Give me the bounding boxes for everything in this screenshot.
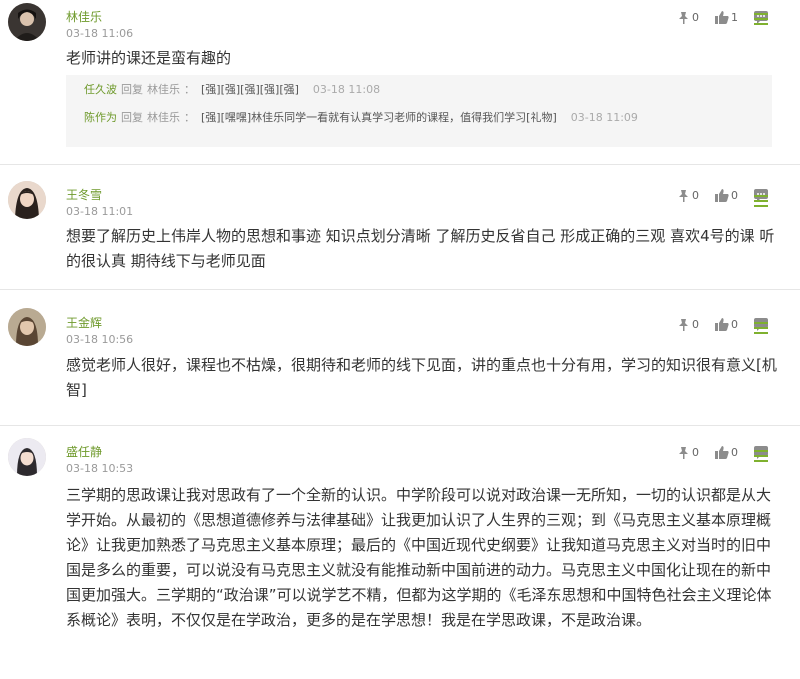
reply-username[interactable]: 陈作为 xyxy=(84,111,117,124)
dislike-count: 0 xyxy=(692,188,699,202)
reply-text: [强][强][强][强][强] xyxy=(201,83,299,96)
dislike-count: 0 xyxy=(692,317,699,331)
thumbs-down-pin-icon xyxy=(679,189,688,202)
reply-username[interactable]: 任久波 xyxy=(84,83,117,96)
comment-actions: 0 0 xyxy=(661,315,768,333)
reply-item: 陈作为 回复 林佳乐 ： [强][嘿嘿]林佳乐同学一看就有认真学习老师的课程，值得我们学… xyxy=(84,109,754,127)
comment-text: 三学期的思政课让我对思政有了一个全新的认识。中学阶段可以说对政治课一无所知，一切… xyxy=(66,486,772,629)
reply-target[interactable]: 林佳乐 xyxy=(147,111,180,124)
thumbs-up-icon xyxy=(715,317,729,331)
comment-text: 想要了解历史上伟岸人物的思想和事迹 知识点划分清晰 了解历史反省自己 形成正确的… xyxy=(66,227,775,270)
comment-username[interactable]: 林佳乐 xyxy=(66,8,102,25)
avatar[interactable] xyxy=(8,308,46,346)
thumbs-up-icon xyxy=(715,445,729,459)
like-button[interactable]: 1 xyxy=(715,10,738,24)
comment-username[interactable]: 王冬雪 xyxy=(66,186,102,203)
dislike-button[interactable]: 0 xyxy=(677,318,699,331)
thumbs-down-pin-icon xyxy=(679,11,688,24)
dislike-button[interactable]: 0 xyxy=(677,11,699,24)
like-count: 0 xyxy=(731,445,738,459)
dislike-count: 0 xyxy=(692,445,699,459)
comment-text: 老师讲的课还是蛮有趣的 xyxy=(66,49,232,67)
like-count: 1 xyxy=(731,10,738,24)
comment-actions: 0 1 xyxy=(661,8,768,26)
reply-separator: ： xyxy=(184,111,195,124)
dislike-count: 0 xyxy=(692,10,699,24)
comment-username[interactable]: 盛任静 xyxy=(66,443,102,460)
comment-time: 03-18 10:56 xyxy=(66,333,134,346)
comment-actions: 0 0 xyxy=(661,443,768,461)
avatar[interactable] xyxy=(8,438,46,476)
reply-verb: 回复 xyxy=(121,111,143,124)
comment-item: 盛任静 03-18 10:53 0 0 三学期的思政课让我对思政有了一个全新的认… xyxy=(0,426,800,679)
like-count: 0 xyxy=(731,317,738,331)
comment-actions: 0 0 xyxy=(661,186,768,204)
avatar[interactable] xyxy=(8,181,46,219)
dislike-button[interactable]: 0 xyxy=(677,189,699,202)
reply-time: 03-18 11:08 xyxy=(312,83,381,96)
thumbs-up-icon xyxy=(715,10,729,24)
comment-time: 03-18 10:53 xyxy=(66,462,134,475)
comment-item: 王冬雪 03-18 11:01 0 0 想要了解历史上伟岸人物的思想和事迹 知识… xyxy=(0,165,800,290)
comment-username[interactable]: 王金辉 xyxy=(66,314,102,331)
menu-icon[interactable] xyxy=(754,13,768,25)
reply-time: 03-18 11:09 xyxy=(570,111,638,124)
comment-item: 王金辉 03-18 10:56 0 0 感觉老师人很好，课程也不枯燥，很期待和老… xyxy=(0,290,800,426)
comment-text: 感觉老师人很好，课程也不枯燥，很期待和老师的线下见面，讲的重点也十分有用，学习的… xyxy=(66,356,777,399)
like-button[interactable]: 0 xyxy=(715,445,738,459)
thumbs-down-pin-icon xyxy=(679,446,688,459)
reply-verb: 回复 xyxy=(121,83,143,96)
thumbs-down-pin-icon xyxy=(679,318,688,331)
like-button[interactable]: 0 xyxy=(715,317,738,331)
menu-icon[interactable] xyxy=(754,322,768,334)
menu-icon[interactable] xyxy=(754,450,768,462)
avatar[interactable] xyxy=(8,3,46,41)
reply-text: [强][嘿嘿]林佳乐同学一看就有认真学习老师的课程，值得我们学习[礼物] xyxy=(201,111,557,124)
like-button[interactable]: 0 xyxy=(715,188,738,202)
reply-separator: ： xyxy=(184,83,195,96)
like-count: 0 xyxy=(731,188,738,202)
reply-list: 任久波 回复 林佳乐： [强][强][强][强][强] 03-18 11:08 陈作为回… xyxy=(66,75,772,147)
thumbs-up-icon xyxy=(715,188,729,202)
comment-item: 林佳乐 03-18 11:06 0 1 老师讲的课还是蛮有趣的 任久波 回复 林佳乐… xyxy=(0,0,800,165)
menu-icon[interactable] xyxy=(754,195,768,207)
comment-time: 03-18 11:01 xyxy=(66,205,134,218)
reply-target[interactable]: 林佳乐 xyxy=(147,83,180,96)
dislike-button[interactable]: 0 xyxy=(677,446,699,459)
comment-time: 03-18 11:06 xyxy=(66,27,134,40)
reply-item: 任久波 回复 林佳乐 ： [强][强][强][强][强] 03-18 11:08 xyxy=(84,81,754,99)
